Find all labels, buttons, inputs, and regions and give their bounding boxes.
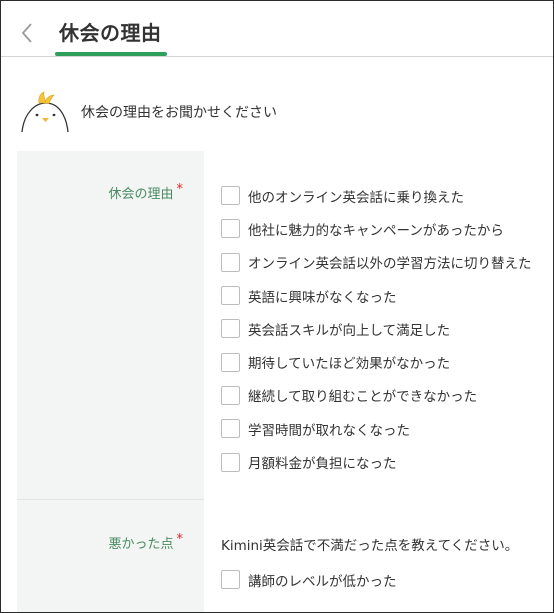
bad-points-options: 講師のレベルが低かった xyxy=(221,563,397,596)
reason-option[interactable]: 学習時間が取れなくなった xyxy=(221,412,532,445)
checkbox[interactable] xyxy=(221,319,240,339)
page-title: 休会の理由 xyxy=(59,21,162,45)
reason-option[interactable]: 他のオンライン英会話に乗り換えた xyxy=(221,179,532,212)
reason-option[interactable]: 継続して取り組むことができなかった xyxy=(221,379,532,412)
bad-points-label-text: 悪かった点 xyxy=(108,537,174,552)
reason-option[interactable]: オンライン英会話以外の学習方法に切り替えた xyxy=(221,246,532,279)
checkbox[interactable] xyxy=(221,352,240,372)
checkbox[interactable] xyxy=(221,286,240,306)
checkbox[interactable] xyxy=(221,186,240,206)
reason-option[interactable]: 期待していたほど効果がなかった xyxy=(221,345,532,378)
intro-text: 休会の理由をお聞かせください xyxy=(81,105,277,121)
intro-row: 休会の理由をお聞かせください xyxy=(19,91,277,133)
required-mark: * xyxy=(176,182,184,197)
checkbox[interactable] xyxy=(221,219,240,239)
label-divider xyxy=(17,499,204,500)
reason-label-text: 休会の理由 xyxy=(108,187,174,202)
title-underline xyxy=(55,52,167,56)
header-bar: 休会の理由 xyxy=(1,1,553,57)
chick-mascot-icon xyxy=(21,91,69,133)
checkbox[interactable] xyxy=(221,385,240,405)
bad-points-field-label: 悪かった点 * xyxy=(108,532,184,552)
bad-points-description: Kimini英会話で不満だった点を教えてください。 xyxy=(221,538,519,554)
checkbox[interactable] xyxy=(221,419,240,439)
reason-field-label: 休会の理由 * xyxy=(108,182,184,202)
reason-options: 他のオンライン英会話に乗り換えた 他社に魅力的なキャンペーンがあったから オンラ… xyxy=(221,179,532,479)
checkbox[interactable] xyxy=(221,452,240,472)
reason-option[interactable]: 英語に興味がなくなった xyxy=(221,279,532,312)
back-chevron-icon[interactable] xyxy=(19,21,35,45)
reason-option[interactable]: 他社に魅力的なキャンペーンがあったから xyxy=(221,212,532,245)
page: 休会の理由 休会の理由をお聞かせください 休会の理由 * 他のオンライン英会話に乗… xyxy=(0,0,554,613)
bad-point-option[interactable]: 講師のレベルが低かった xyxy=(221,563,397,596)
required-mark: * xyxy=(176,532,184,547)
checkbox[interactable] xyxy=(221,252,240,272)
reason-option[interactable]: 月額料金が負担になった xyxy=(221,445,532,478)
checkbox[interactable] xyxy=(221,570,240,590)
reason-option[interactable]: 英会話スキルが向上して満足した xyxy=(221,312,532,345)
